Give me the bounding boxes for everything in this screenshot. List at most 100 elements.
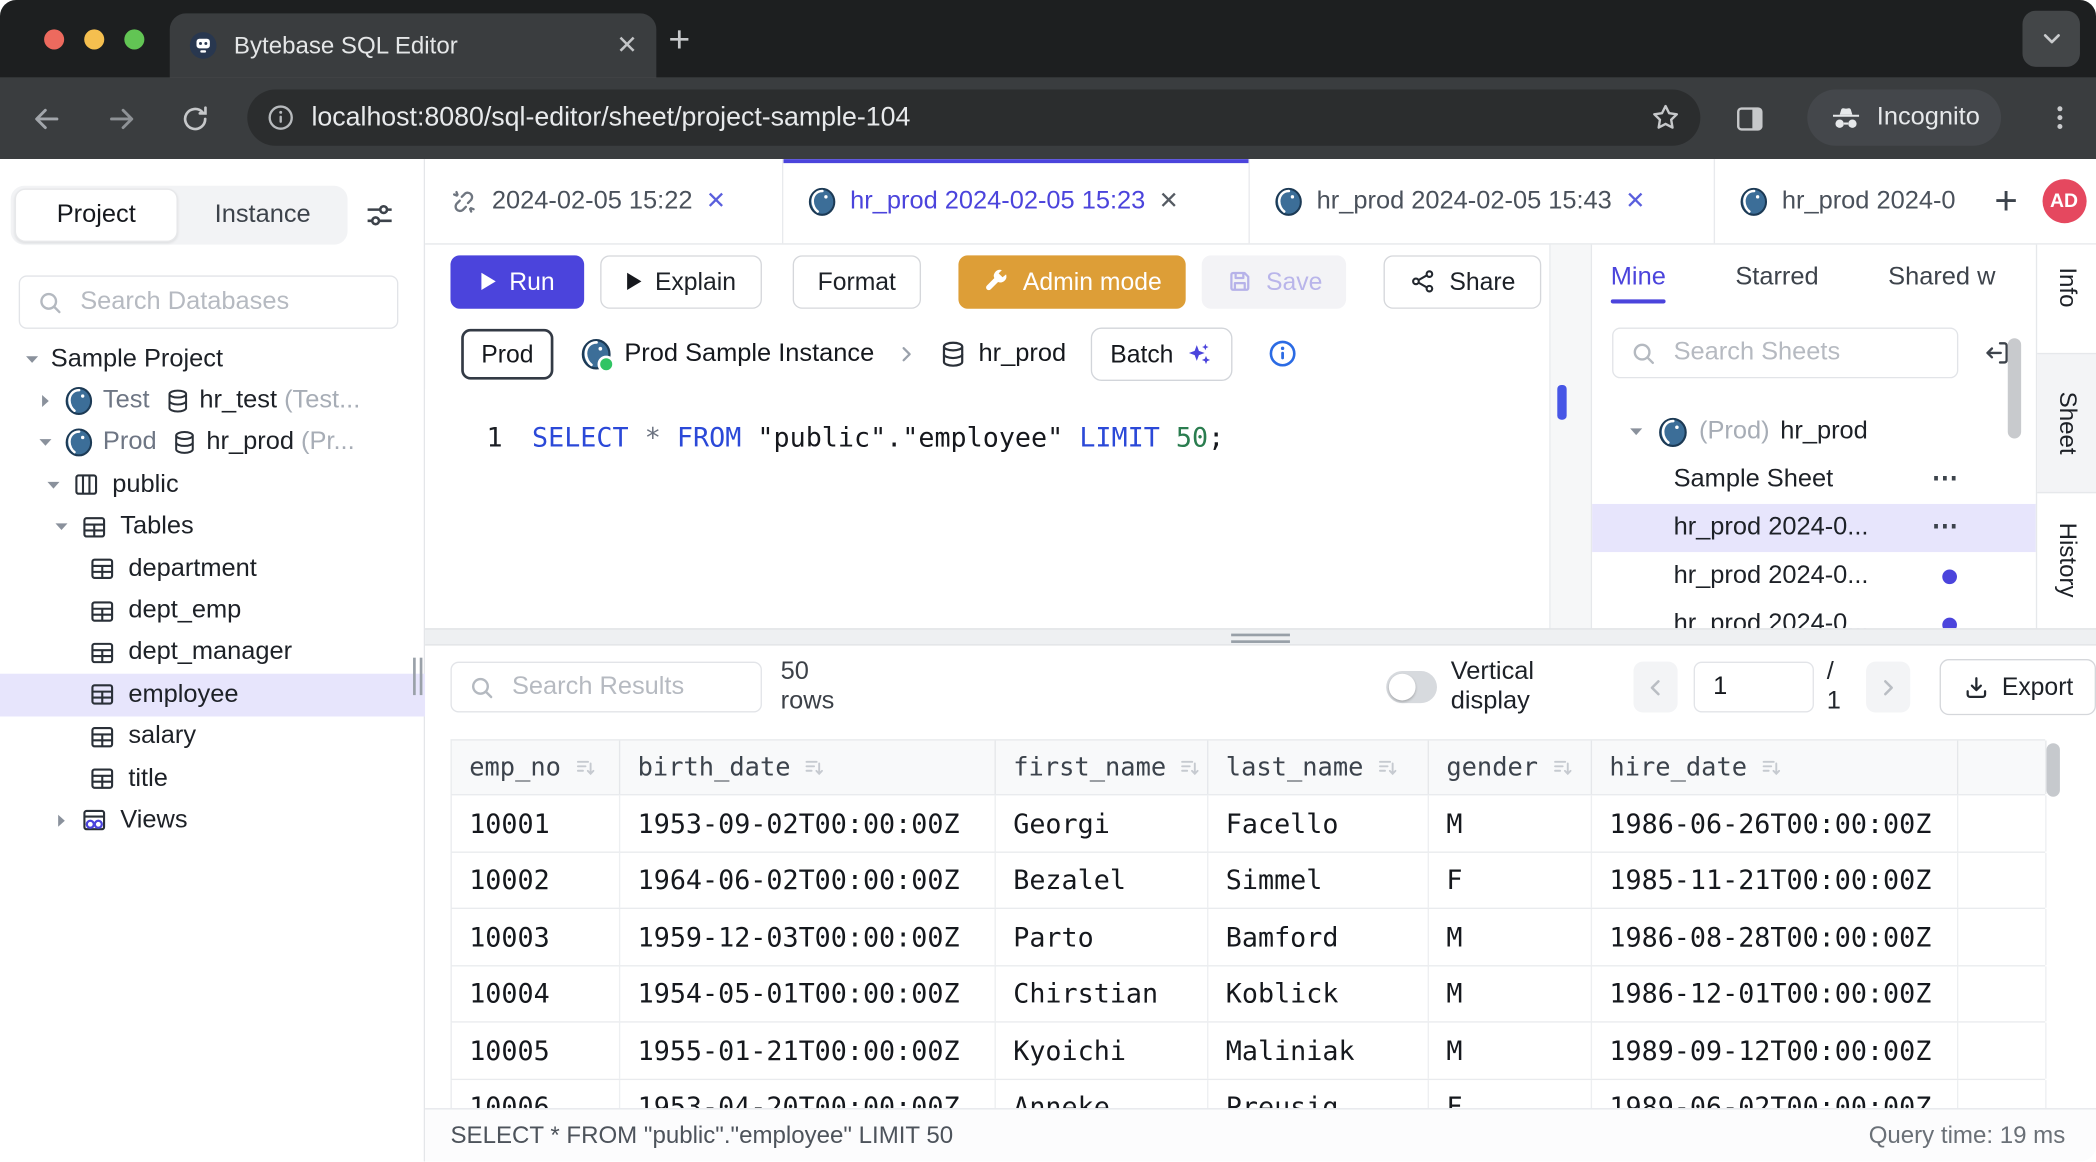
new-tab-button[interactable]: + [668, 19, 690, 62]
table-cell[interactable]: 1986-06-26T00:00:00Z [1592, 795, 1958, 850]
editor-tab-2-active[interactable]: hr_prod 2024-02-05 15:23 ✕ [783, 159, 1250, 243]
table-row[interactable]: 100041954-05-01T00:00:00ZChirstianKoblic… [450, 966, 2045, 1023]
browser-tab[interactable]: Bytebase SQL Editor ✕ [170, 13, 657, 77]
table-cell[interactable]: 1954-05-01T00:00:00Z [620, 966, 996, 1021]
vertical-display-toggle[interactable] [1387, 671, 1438, 703]
sheet-item-unsaved-2[interactable]: hr_prod 2024-0... [1592, 600, 2036, 628]
sort-icon[interactable] [1178, 755, 1203, 780]
table-cell[interactable]: 1989-09-12T00:00:00Z [1592, 1023, 1958, 1078]
table-cell[interactable]: Georgi [996, 795, 1209, 850]
tree-item-dept-manager[interactable]: dept_manager [0, 632, 425, 674]
editor-tab-1[interactable]: 2024-02-05 15:22 ✕ [425, 159, 783, 243]
zoom-window-button[interactable] [124, 29, 144, 49]
sheet-item-sample[interactable]: Sample Sheet ⋯ [1592, 456, 2036, 504]
table-cell[interactable]: Kyoichi [996, 1023, 1209, 1078]
table-cell[interactable]: 1986-08-28T00:00:00Z [1592, 909, 1958, 964]
tree-item-public-schema[interactable]: public [0, 464, 425, 506]
search-databases-input[interactable] [78, 286, 397, 318]
editor-scrollbar[interactable] [1549, 245, 1590, 629]
reload-icon[interactable] [179, 102, 211, 134]
table-cell[interactable]: F [1429, 1079, 1592, 1108]
table-cell[interactable]: M [1429, 795, 1592, 850]
tab-instance[interactable]: Instance [178, 201, 348, 230]
caret-down-icon[interactable] [51, 516, 72, 537]
column-header-hire_date[interactable]: hire_date [1592, 741, 1958, 794]
table-cell[interactable]: Parto [996, 909, 1209, 964]
table-row[interactable]: 100061953-04-20T00:00:00ZAnnekePreusigF1… [450, 1079, 2045, 1108]
table-cell[interactable]: 1985-11-21T00:00:00Z [1592, 852, 1958, 907]
tab-starred[interactable]: Starred [1735, 263, 1818, 292]
table-cell[interactable]: Koblick [1208, 966, 1429, 1021]
sql-code-editor[interactable]: 1 SELECT * FROM "public"."employee" LIMI… [425, 389, 1549, 628]
table-cell[interactable]: 1986-12-01T00:00:00Z [1592, 966, 1958, 1021]
tab-shared-with-me[interactable]: Shared w [1888, 263, 1995, 292]
table-cell[interactable]: 1953-04-20T00:00:00Z [620, 1079, 996, 1108]
column-header-last_name[interactable]: last_name [1208, 741, 1429, 794]
caret-down-icon[interactable] [43, 474, 64, 495]
tree-item-department[interactable]: department [0, 548, 425, 590]
sheet-scrollbar-thumb[interactable] [2008, 338, 2021, 438]
sheet-item-unsaved[interactable]: hr_prod 2024-0... [1592, 552, 2036, 600]
caret-right-icon[interactable] [35, 390, 56, 411]
table-cell[interactable]: Simmel [1208, 852, 1429, 907]
minimize-window-button[interactable] [84, 29, 104, 49]
search-sheets-input[interactable] [1671, 337, 1957, 369]
close-tab-icon[interactable]: ✕ [706, 187, 726, 215]
table-row[interactable]: 100011953-09-02T00:00:00ZGeorgiFacelloM1… [450, 795, 2045, 852]
format-button[interactable]: Format [792, 255, 921, 308]
close-tab-icon[interactable]: ✕ [616, 33, 637, 58]
side-panel-icon[interactable] [1734, 103, 1766, 135]
share-button[interactable]: Share [1384, 255, 1541, 308]
table-cell[interactable]: 10004 [452, 966, 620, 1021]
more-menu-icon[interactable]: ⋯ [1932, 509, 1961, 542]
filter-settings-icon[interactable] [364, 199, 396, 231]
sheet-item-selected[interactable]: hr_prod 2024-0... ⋯ [1592, 504, 2036, 552]
more-menu-icon[interactable]: ⋯ [1932, 461, 1961, 494]
next-page-button[interactable] [1867, 662, 1910, 713]
panel-splitter[interactable] [425, 628, 2096, 645]
table-cell[interactable]: Facello [1208, 795, 1429, 850]
table-cell[interactable]: 1989-06-02T00:00:00Z [1592, 1079, 1958, 1108]
explain-button[interactable]: Explain [600, 255, 761, 308]
forward-icon[interactable] [104, 101, 139, 136]
browser-menu-icon[interactable] [2045, 103, 2074, 132]
table-row[interactable]: 100051955-01-21T00:00:00ZKyoichiMaliniak… [450, 1023, 2045, 1080]
column-header-first_name[interactable]: first_name [996, 741, 1209, 794]
tab-mine[interactable]: Mine [1611, 263, 1666, 292]
tree-item-views-group[interactable]: Views [0, 800, 425, 842]
table-cell[interactable]: 10002 [452, 852, 620, 907]
close-tab-icon[interactable]: ✕ [1625, 187, 1645, 215]
table-cell[interactable]: Maliniak [1208, 1023, 1429, 1078]
sort-icon[interactable] [573, 755, 598, 780]
address-bar[interactable]: localhost:8080/sql-editor/sheet/project-… [247, 90, 1700, 146]
search-results-input[interactable] [509, 671, 760, 703]
export-button[interactable]: Export [1939, 659, 2096, 715]
table-cell[interactable]: Bamford [1208, 909, 1429, 964]
page-info-icon[interactable] [266, 103, 295, 132]
instance-name[interactable]: Prod Sample Instance [624, 339, 874, 368]
tab-history[interactable]: History [2053, 523, 2081, 598]
new-sheet-button[interactable]: + [1994, 181, 2017, 221]
sort-icon[interactable] [1759, 755, 1784, 780]
close-tab-icon[interactable]: ✕ [1159, 187, 1179, 215]
database-name[interactable]: hr_prod [979, 339, 1067, 368]
table-cell[interactable]: 1955-01-21T00:00:00Z [620, 1023, 996, 1078]
tree-item-employee-selected[interactable]: employee [0, 674, 425, 716]
column-header-birth_date[interactable]: birth_date [620, 741, 996, 794]
sidebar-resize-handle[interactable] [413, 658, 424, 695]
page-input[interactable] [1693, 662, 1813, 713]
environment-chip[interactable]: Prod [461, 328, 553, 379]
sort-icon[interactable] [803, 755, 828, 780]
tree-item-project[interactable]: Sample Project [0, 338, 425, 380]
run-button[interactable]: Run [450, 255, 584, 308]
caret-down-icon[interactable] [21, 348, 42, 369]
save-button[interactable]: Save [1202, 255, 1347, 308]
caret-right-icon[interactable] [51, 810, 72, 831]
table-cell[interactable]: Chirstian [996, 966, 1209, 1021]
tab-search-button[interactable] [2022, 11, 2079, 67]
table-cell[interactable]: Anneke [996, 1079, 1209, 1108]
table-cell[interactable]: 1953-09-02T00:00:00Z [620, 795, 996, 850]
table-cell[interactable]: Bezalel [996, 852, 1209, 907]
results-scrollbar-thumb[interactable] [2047, 743, 2060, 796]
info-icon[interactable] [1267, 338, 1298, 369]
